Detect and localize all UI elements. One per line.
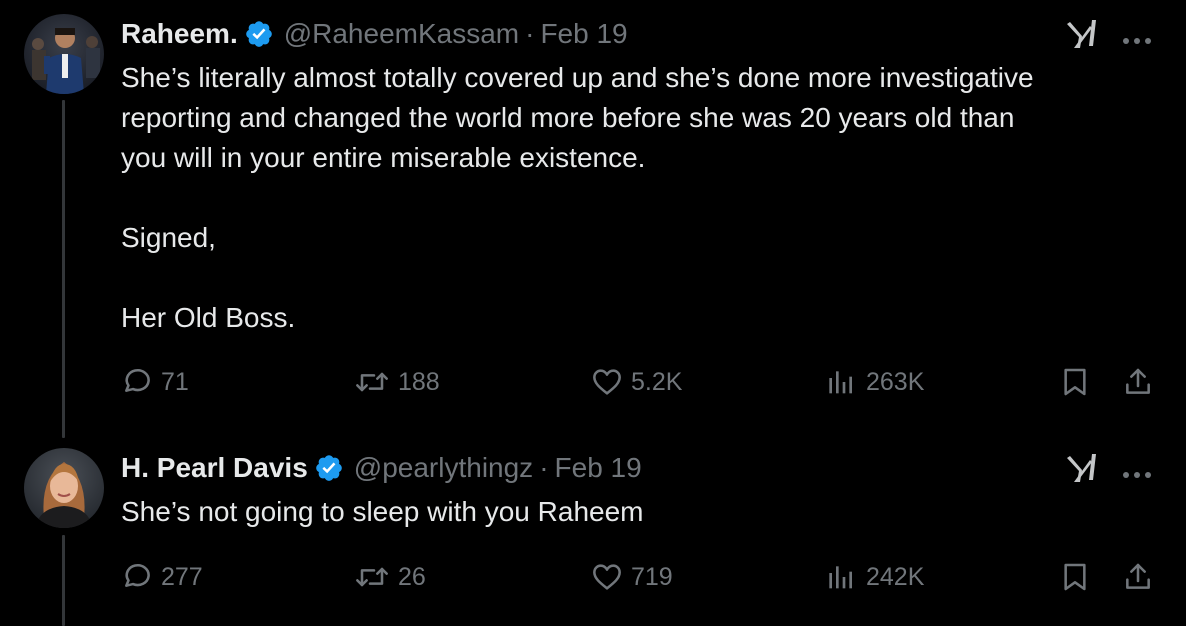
reply-count: 277 (161, 562, 203, 591)
repost-button[interactable]: 26 (354, 557, 426, 597)
bookmark-icon (1064, 563, 1086, 591)
views-icon (829, 566, 852, 589)
handle[interactable]: @RaheemKassam (284, 18, 519, 50)
reply-button[interactable]: 71 (121, 362, 189, 402)
display-name[interactable]: H. Pearl Davis (121, 452, 308, 484)
share-icon (1126, 563, 1150, 589)
avatar[interactable] (24, 14, 104, 94)
repost-button[interactable]: 188 (354, 362, 440, 402)
separator: · (525, 18, 535, 49)
tweet-header: H. Pearl Davis @pearlythingz · Feb 19 (121, 448, 642, 488)
like-button[interactable]: 5.2K (591, 362, 682, 402)
separator: · (539, 452, 549, 483)
timestamp[interactable]: Feb 19 (555, 452, 642, 484)
reply-count: 71 (161, 367, 189, 396)
like-count: 719 (631, 562, 673, 591)
reply-button[interactable]: 277 (121, 557, 203, 597)
reply-icon (125, 369, 150, 392)
bookmark-icon (1064, 368, 1086, 396)
display-name[interactable]: Raheem. (121, 18, 238, 50)
views-count: 263K (866, 367, 925, 396)
tweet-text: She’s literally almost totally covered u… (121, 62, 1034, 333)
tweet[interactable]: H. Pearl Davis @pearlythingz · Feb 19 Sh… (0, 448, 1186, 626)
repost-icon (356, 372, 388, 392)
tweet-actions: 71 188 5.2K 263K (0, 362, 1186, 402)
reply-icon (125, 564, 150, 587)
tweet-header: Raheem. @RaheemKassam · Feb 19 (121, 14, 628, 54)
views-button[interactable]: 263K (826, 362, 924, 402)
bookmark-button[interactable] (1060, 362, 1090, 402)
verified-badge-icon[interactable] (244, 19, 274, 49)
like-button[interactable]: 719 (591, 557, 673, 597)
grok-icon[interactable] (1066, 450, 1100, 484)
share-button[interactable] (1122, 557, 1154, 597)
like-icon (593, 564, 621, 590)
tweet[interactable]: Raheem. @RaheemKassam · Feb 19 She’s lit… (0, 14, 1186, 424)
verified-badge-icon[interactable] (314, 453, 344, 483)
like-count: 5.2K (631, 367, 683, 396)
grok-icon[interactable] (1066, 16, 1100, 50)
views-icon (829, 371, 852, 394)
share-button[interactable] (1122, 362, 1154, 402)
avatar[interactable] (24, 448, 104, 528)
timestamp[interactable]: Feb 19 (540, 18, 627, 50)
share-icon (1126, 368, 1150, 394)
tweet-text: She’s not going to sleep with you Raheem (121, 496, 644, 527)
repost-count: 26 (398, 562, 426, 591)
more-icon[interactable] (1121, 32, 1153, 44)
handle[interactable]: @pearlythingz (354, 452, 533, 484)
views-button[interactable]: 242K (826, 557, 924, 597)
more-icon[interactable] (1121, 466, 1153, 478)
tweet-actions: 277 26 719 242K (0, 557, 1186, 597)
bookmark-button[interactable] (1060, 557, 1090, 597)
repost-count: 188 (398, 367, 440, 396)
views-count: 242K (866, 562, 925, 591)
like-icon (593, 369, 621, 395)
repost-icon (356, 567, 388, 587)
